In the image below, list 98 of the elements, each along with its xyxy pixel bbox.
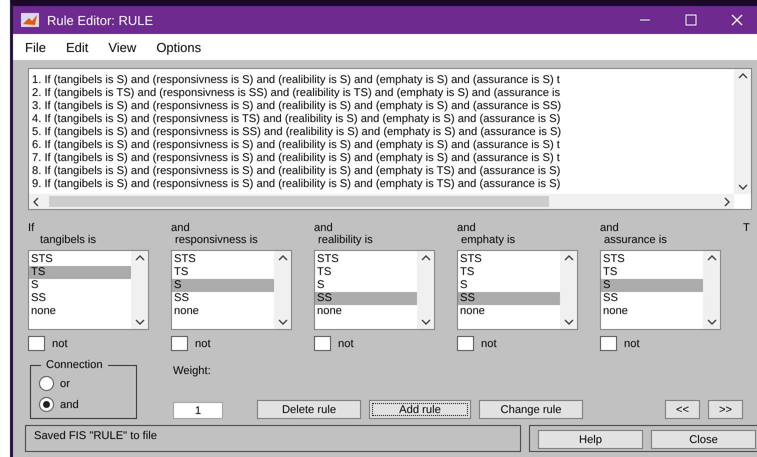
list-option[interactable]: STS bbox=[172, 253, 274, 266]
membership-list[interactable]: STS TS S SS none bbox=[457, 250, 578, 330]
connector-label: If bbox=[28, 222, 36, 234]
list-option[interactable]: SS bbox=[29, 292, 131, 305]
rule-list[interactable] bbox=[28, 68, 752, 210]
scroll-up-icon[interactable] bbox=[564, 255, 574, 261]
list-option[interactable]: SS bbox=[315, 292, 417, 305]
menu-item[interactable]: View bbox=[108, 40, 136, 54]
radio-label: or bbox=[60, 378, 70, 390]
list-option[interactable]: SS bbox=[172, 292, 274, 305]
not-checkbox[interactable] bbox=[600, 336, 617, 351]
scroll-down-icon[interactable] bbox=[738, 184, 748, 190]
scroll-up-icon[interactable] bbox=[420, 255, 430, 261]
horizontal-scrollbar[interactable] bbox=[29, 194, 734, 209]
rule-line[interactable]: 6. If (tangibels is S) and (responsivness is S) and (realibility is S) and (emphaty is S) and (assurance is S) t bbox=[32, 139, 734, 152]
radio-label: and bbox=[60, 398, 79, 410]
scroll-up-icon[interactable] bbox=[278, 255, 288, 261]
list-option[interactable]: TS bbox=[172, 266, 274, 279]
connector-label: T bbox=[743, 222, 751, 234]
list-option[interactable]: STS bbox=[315, 253, 417, 266]
menu-item[interactable]: Edit bbox=[66, 40, 88, 54]
list-option[interactable]: SS bbox=[458, 292, 560, 305]
rule-line[interactable]: 9. If (tangibels is S) and (responsivness is S) and (realibility is S) and (emphaty is TS) and (assurance is S) bbox=[32, 178, 734, 191]
not-checkbox[interactable] bbox=[171, 336, 188, 351]
variable-label: tangibels is bbox=[39, 234, 97, 246]
list-option[interactable]: none bbox=[315, 305, 417, 318]
rule-button[interactable]: Add rule bbox=[369, 400, 471, 419]
list-option[interactable]: none bbox=[29, 305, 131, 318]
footer-button[interactable]: Close bbox=[651, 430, 756, 449]
status-message: Saved FIS "RULE" to file bbox=[25, 425, 521, 452]
list-option[interactable]: none bbox=[601, 305, 703, 318]
group-title: Connection bbox=[41, 359, 108, 371]
rule-button[interactable]: Delete rule bbox=[257, 400, 361, 419]
radio-button[interactable] bbox=[39, 397, 54, 412]
membership-list[interactable]: STS TS S SS none bbox=[28, 250, 149, 330]
rule-button[interactable]: Change rule bbox=[479, 400, 583, 419]
checkbox-label: not bbox=[52, 338, 68, 350]
scroll-up-icon[interactable] bbox=[134, 255, 144, 261]
connector-label: and bbox=[457, 222, 477, 234]
checkbox-label: not bbox=[624, 338, 640, 350]
checkbox-label: not bbox=[481, 338, 497, 350]
not-checkbox[interactable] bbox=[457, 336, 474, 351]
list-option[interactable]: S bbox=[601, 279, 703, 292]
variable-label: emphaty is bbox=[460, 234, 516, 246]
list-option[interactable]: TS bbox=[29, 266, 131, 279]
weight-field[interactable]: 1 bbox=[173, 402, 223, 419]
scroll-right-icon[interactable] bbox=[724, 196, 730, 206]
list-option[interactable]: S bbox=[458, 279, 560, 292]
vertical-scrollbar[interactable] bbox=[734, 69, 751, 194]
nav-button[interactable]: >> bbox=[708, 400, 743, 419]
rule-line[interactable]: 3. If (tangibels is S) and (responsivness is S) and (realibility is S) and (emphaty is S) and (assurance is SS) bbox=[32, 100, 734, 113]
scroll-down-icon[interactable] bbox=[278, 319, 288, 325]
rule-line[interactable]: 8. If (tangibels is S) and (responsivness is S) and (realibility is S) and (emphaty is TS) and (assurance is S) bbox=[32, 165, 734, 178]
scroll-up-icon[interactable] bbox=[738, 73, 748, 79]
list-option[interactable]: STS bbox=[458, 253, 560, 266]
not-checkbox[interactable] bbox=[28, 336, 45, 351]
rule-line[interactable]: 7. If (tangibels is S) and (responsivness is S) and (realibility is S) and (emphaty is S) and (assurance is S) t bbox=[32, 152, 734, 165]
variable-label: responsivness is bbox=[174, 234, 259, 246]
membership-list[interactable]: STS TS S SS none bbox=[314, 250, 435, 330]
list-option[interactable]: TS bbox=[315, 266, 417, 279]
footer-button[interactable]: Help bbox=[538, 430, 643, 449]
list-option[interactable]: STS bbox=[601, 253, 703, 266]
list-option[interactable]: TS bbox=[458, 266, 560, 279]
weight-label: Weight: bbox=[173, 365, 212, 377]
connector-label: and bbox=[171, 222, 191, 234]
list-option[interactable]: SS bbox=[601, 292, 703, 305]
list-option[interactable]: S bbox=[172, 279, 274, 292]
membership-list[interactable]: STS TS S SS none bbox=[600, 250, 721, 330]
list-option[interactable]: S bbox=[29, 279, 131, 292]
connector-label: and bbox=[314, 222, 334, 234]
scroll-left-icon[interactable] bbox=[33, 196, 39, 206]
variable-label: realibility is bbox=[317, 234, 374, 246]
list-option[interactable]: TS bbox=[601, 266, 703, 279]
scroll-down-icon[interactable] bbox=[420, 319, 430, 325]
rule-line[interactable]: 2. If (tangibels is TS) and (responsivness is SS) and (realibility is TS) and (emphaty is S) and (assurance is bbox=[32, 87, 734, 100]
membership-list[interactable]: STS TS S SS none bbox=[171, 250, 292, 330]
not-checkbox[interactable] bbox=[314, 336, 331, 351]
rule-line[interactable]: 4. If (tangibels is S) and (responsivness is TS) and (realibility is S) and (emphaty is S) and (assurance is S) bbox=[32, 113, 734, 126]
checkbox-label: not bbox=[338, 338, 354, 350]
scroll-down-icon[interactable] bbox=[564, 319, 574, 325]
connector-label: and bbox=[600, 222, 620, 234]
list-option[interactable]: none bbox=[458, 305, 560, 318]
window-title: Rule Editor: RULE bbox=[47, 12, 154, 28]
variable-label: assurance is bbox=[603, 234, 668, 246]
list-option[interactable]: S bbox=[315, 279, 417, 292]
rule-line[interactable]: 5. If (tangibels is S) and (responsivness is SS) and (realibility is S) and (emphaty is S) and (assurance is S) bbox=[32, 126, 734, 139]
list-option[interactable]: none bbox=[172, 305, 274, 318]
scroll-down-icon[interactable] bbox=[706, 319, 716, 325]
checkbox-label: not bbox=[195, 338, 211, 350]
radio-button[interactable] bbox=[39, 376, 54, 391]
nav-button[interactable]: << bbox=[665, 400, 700, 419]
rule-line[interactable]: 1. If (tangibels is S) and (responsivness is S) and (realibility is S) and (emphaty is S) and (assurance is S) t bbox=[32, 74, 734, 87]
scroll-down-icon[interactable] bbox=[134, 319, 144, 325]
app-logo-icon bbox=[21, 13, 39, 27]
scroll-up-icon[interactable] bbox=[706, 255, 716, 261]
list-option[interactable]: STS bbox=[29, 253, 131, 266]
menu-item[interactable]: Options bbox=[156, 40, 202, 54]
menu-item[interactable]: File bbox=[25, 40, 46, 54]
